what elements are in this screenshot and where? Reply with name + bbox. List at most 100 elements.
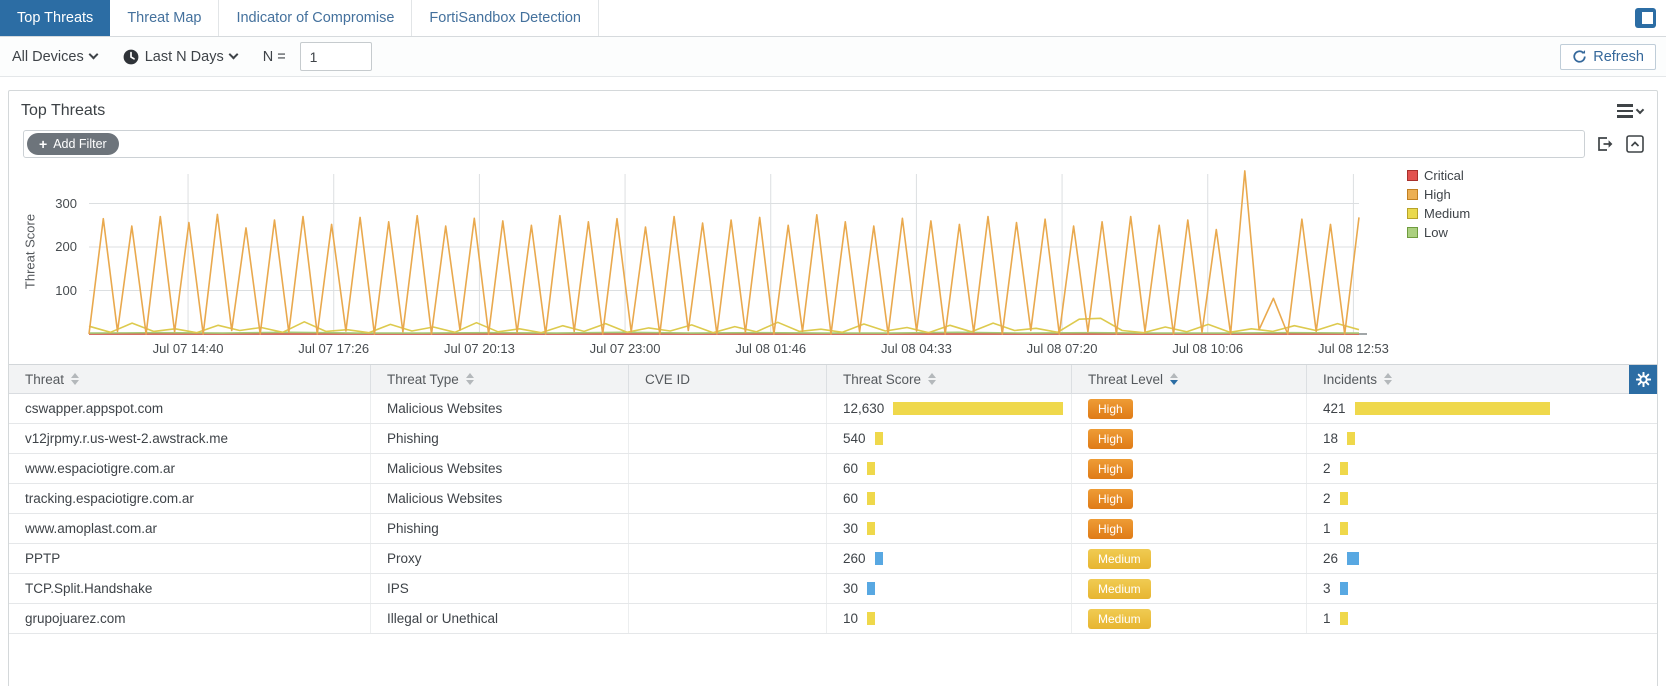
cell-value: 26 bbox=[1323, 551, 1338, 566]
column-header-label: Threat bbox=[25, 372, 64, 387]
table-row[interactable]: cswapper.appspot.comMalicious Websites12… bbox=[9, 394, 1657, 424]
x-axis-tick: Jul 07 20:13 bbox=[429, 341, 529, 356]
threat-level-badge: High bbox=[1088, 399, 1133, 419]
threat-level-cell: Medium bbox=[1071, 544, 1306, 573]
threat-level-badge: High bbox=[1088, 519, 1133, 539]
value-bar bbox=[867, 612, 875, 625]
column-header-threat-type[interactable]: Threat Type bbox=[370, 365, 628, 393]
cell-value: 540 bbox=[843, 431, 866, 446]
x-axis-tick: Jul 07 17:26 bbox=[284, 341, 384, 356]
threat-cell: grupojuarez.com bbox=[9, 604, 370, 633]
threat-type-cell: Malicious Websites bbox=[370, 484, 628, 513]
table-row[interactable]: v12jrpmy.r.us-west-2.awstrack.mePhishing… bbox=[9, 424, 1657, 454]
incidents-cell: 1 bbox=[1306, 604, 1622, 633]
device-selector-dropdown[interactable]: All Devices bbox=[12, 49, 97, 65]
threat-cell: v12jrpmy.r.us-west-2.awstrack.me bbox=[9, 424, 370, 453]
tab-fortisandbox-detection[interactable]: FortiSandbox Detection bbox=[412, 0, 599, 36]
threat-level-cell: Medium bbox=[1071, 574, 1306, 603]
panel-menu-button[interactable] bbox=[1617, 104, 1643, 118]
cve-id-cell bbox=[628, 514, 826, 543]
cell-value: 30 bbox=[843, 521, 858, 536]
panel-toggle-icon[interactable] bbox=[1635, 8, 1656, 28]
n-days-input[interactable] bbox=[300, 42, 372, 71]
tab-threat-map[interactable]: Threat Map bbox=[110, 0, 219, 36]
x-axis-tick: Jul 08 01:46 bbox=[721, 341, 821, 356]
table-row[interactable]: grupojuarez.comIllegal or Unethical10Med… bbox=[9, 604, 1657, 634]
threat-score-chart: Threat Score CriticalHighMediumLow 10020… bbox=[9, 166, 1657, 364]
threat-level-cell: High bbox=[1071, 514, 1306, 543]
tab-bar-right bbox=[1635, 0, 1666, 36]
y-axis-tick: 100 bbox=[31, 283, 77, 298]
legend-item-medium: Medium bbox=[1407, 206, 1470, 221]
threat-level-badge: Medium bbox=[1088, 609, 1151, 629]
threat-type-cell: Phishing bbox=[370, 514, 628, 543]
time-range-label: Last N Days bbox=[145, 49, 224, 65]
cve-id-cell bbox=[628, 484, 826, 513]
filter-row: + Add Filter bbox=[9, 128, 1657, 164]
incidents-cell: 2 bbox=[1306, 454, 1622, 483]
column-header-cve-id: CVE ID bbox=[628, 365, 826, 393]
threat-score-cell: 60 bbox=[826, 484, 1071, 513]
time-range-dropdown[interactable]: Last N Days bbox=[123, 49, 237, 65]
chevron-up-box-icon[interactable] bbox=[1625, 134, 1645, 154]
cell-value: 3 bbox=[1323, 581, 1331, 596]
column-header-threat-score[interactable]: Threat Score bbox=[826, 365, 1071, 393]
column-header-threat[interactable]: Threat bbox=[9, 365, 370, 393]
column-header-label: Threat Type bbox=[387, 372, 459, 387]
sort-icon[interactable] bbox=[466, 373, 474, 385]
cve-id-cell bbox=[628, 604, 826, 633]
tab-indicator-of-compromise[interactable]: Indicator of Compromise bbox=[219, 0, 412, 36]
value-bar bbox=[1347, 552, 1359, 565]
legend-swatch bbox=[1407, 208, 1418, 219]
threat-level-badge: High bbox=[1088, 489, 1133, 509]
sort-icon[interactable] bbox=[71, 373, 79, 385]
refresh-icon bbox=[1572, 49, 1587, 64]
threat-level-badge: High bbox=[1088, 459, 1133, 479]
legend-label: Low bbox=[1424, 225, 1448, 240]
table-row[interactable]: www.amoplast.com.arPhishing30High1 bbox=[9, 514, 1657, 544]
table-row[interactable]: tracking.espaciotigre.com.arMalicious We… bbox=[9, 484, 1657, 514]
legend-label: Medium bbox=[1424, 206, 1470, 221]
table-row[interactable]: TCP.Split.HandshakeIPS30Medium3 bbox=[9, 574, 1657, 604]
table-settings-button[interactable] bbox=[1629, 365, 1657, 394]
cell-value: 60 bbox=[843, 461, 858, 476]
cve-id-cell bbox=[628, 544, 826, 573]
value-bar bbox=[1340, 522, 1348, 535]
panel-header: Top Threats bbox=[9, 91, 1657, 128]
sort-icon[interactable] bbox=[928, 373, 936, 385]
export-icon[interactable] bbox=[1595, 134, 1615, 154]
x-axis-tick: Jul 08 12:53 bbox=[1303, 341, 1403, 356]
threat-type-cell: IPS bbox=[370, 574, 628, 603]
cve-id-cell bbox=[628, 574, 826, 603]
filter-bar[interactable]: + Add Filter bbox=[23, 130, 1585, 158]
table-row[interactable]: www.espaciotigre.com.arMalicious Website… bbox=[9, 454, 1657, 484]
tab-top-threats[interactable]: Top Threats bbox=[0, 0, 110, 36]
chevron-down-icon bbox=[88, 50, 98, 60]
legend-item-high: High bbox=[1407, 187, 1470, 202]
threat-level-cell: High bbox=[1071, 484, 1306, 513]
tab-bar: Top ThreatsThreat MapIndicator of Compro… bbox=[0, 0, 1666, 37]
add-filter-button[interactable]: + Add Filter bbox=[27, 133, 119, 155]
value-bar bbox=[1340, 582, 1348, 595]
threat-type-cell: Malicious Websites bbox=[370, 454, 628, 483]
x-axis-tick: Jul 07 14:40 bbox=[138, 341, 238, 356]
column-header-incidents[interactable]: Incidents bbox=[1306, 365, 1622, 393]
threat-score-cell: 60 bbox=[826, 454, 1071, 483]
plus-icon: + bbox=[39, 136, 47, 152]
threat-cell: www.espaciotigre.com.ar bbox=[9, 454, 370, 483]
legend-label: High bbox=[1424, 187, 1451, 202]
chevron-down-icon bbox=[1636, 105, 1644, 113]
incidents-cell: 26 bbox=[1306, 544, 1622, 573]
x-axis-tick: Jul 07 23:00 bbox=[575, 341, 675, 356]
legend-item-critical: Critical bbox=[1407, 168, 1470, 183]
cell-value: 12,630 bbox=[843, 401, 884, 416]
sort-icon[interactable] bbox=[1170, 373, 1178, 385]
y-axis-tick: 200 bbox=[31, 239, 77, 254]
column-header-label: Incidents bbox=[1323, 372, 1377, 387]
threat-cell: cswapper.appspot.com bbox=[9, 394, 370, 423]
table-row[interactable]: PPTPProxy260Medium26 bbox=[9, 544, 1657, 574]
refresh-button[interactable]: Refresh bbox=[1560, 44, 1656, 70]
column-header-threat-level[interactable]: Threat Level bbox=[1071, 365, 1306, 393]
sort-icon[interactable] bbox=[1384, 373, 1392, 385]
value-bar bbox=[1340, 492, 1348, 505]
